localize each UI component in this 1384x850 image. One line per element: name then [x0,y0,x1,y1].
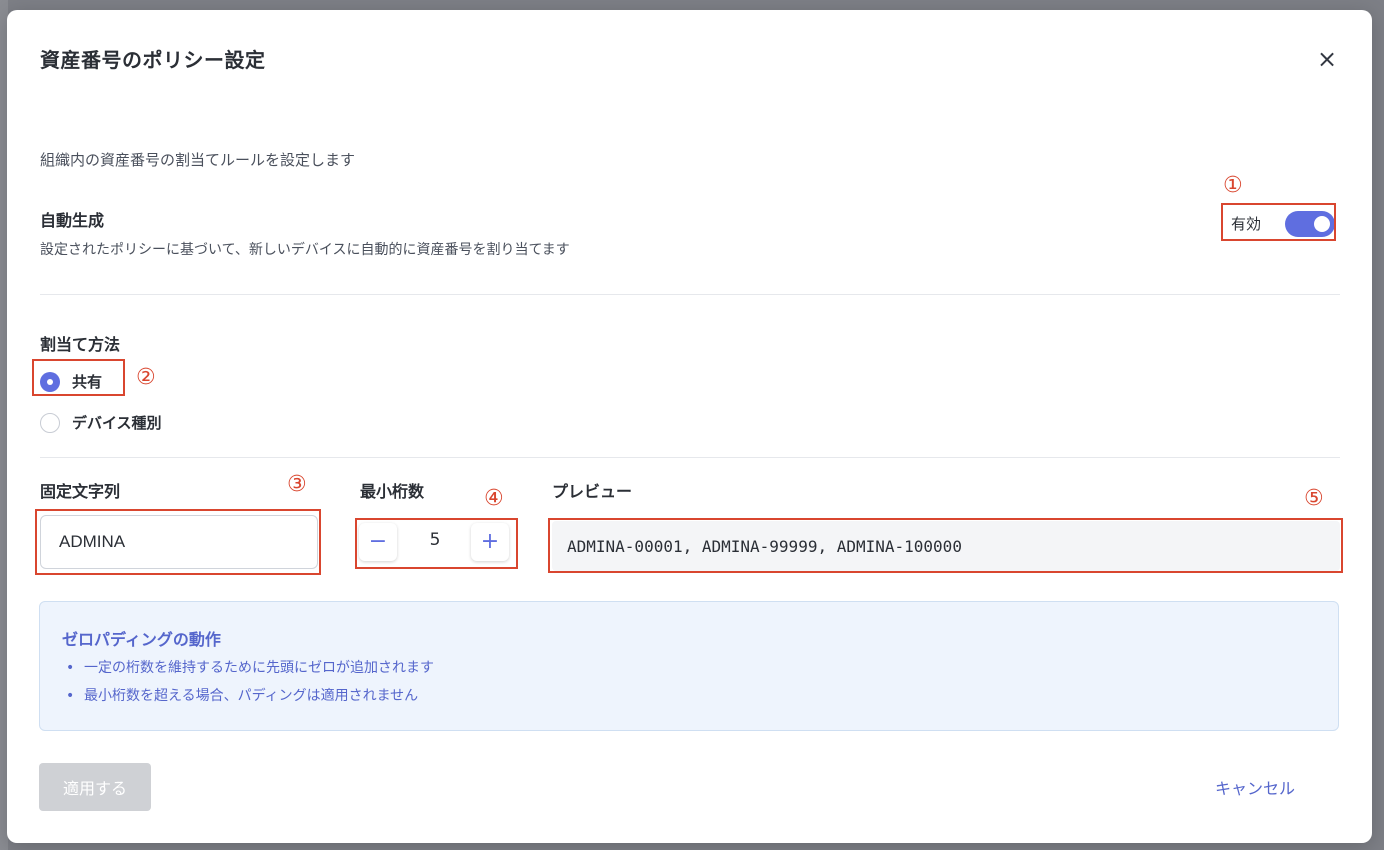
zero-padding-info: ゼロパディングの動作 一定の桁数を維持するために先頭にゼロが追加されます 最小桁… [39,601,1339,731]
min-digits-label: 最小桁数 [360,482,425,501]
annotation-number-5: ⑤ [1304,486,1324,511]
annotation-box-2 [32,359,125,396]
annotation-number-3: ③ [287,472,307,497]
close-icon[interactable]: × [1313,46,1341,72]
annotation-box-1 [1221,203,1336,241]
list-item: 一定の桁数を維持するために先頭にゼロが追加されます [62,658,434,686]
radio-option-device-type[interactable]: デバイス種別 [40,412,162,433]
annotation-number-1: ① [1223,173,1243,198]
zero-padding-title: ゼロパディングの動作 [62,630,221,649]
annotation-box-3 [35,509,321,575]
list-item: 最小桁数を超える場合、パディングは適用されません [62,686,434,714]
apply-button[interactable]: 適用する [39,763,151,811]
annotation-number-4: ④ [484,486,504,511]
annotation-box-4 [355,518,518,569]
asset-number-policy-modal: 資産番号のポリシー設定 × 組織内の資産番号の割当てルールを設定します 自動生成… [7,10,1372,843]
zero-padding-list: 一定の桁数を維持するために先頭にゼロが追加されます 最小桁数を超える場合、パディ… [62,658,434,714]
preview-label: プレビュー [552,482,633,501]
auto-generation-title: 自動生成 [40,211,105,230]
cancel-button[interactable]: キャンセル [1215,775,1295,799]
annotation-box-5 [548,518,1343,573]
modal-title: 資産番号のポリシー設定 [40,48,266,72]
modal-description: 組織内の資産番号の割当てルールを設定します [40,151,356,169]
assignment-method-title: 割当て方法 [40,335,121,354]
section-divider [40,457,1340,458]
auto-generation-description: 設定されたポリシーに基づいて、新しいデバイスに自動的に資産番号を割り当てます [40,242,570,258]
annotation-number-2: ② [136,365,156,390]
fixed-string-label: 固定文字列 [40,482,121,501]
radio-label-device-type: デバイス種別 [72,414,162,432]
section-divider [40,294,1340,295]
radio-device-type[interactable] [40,412,60,433]
